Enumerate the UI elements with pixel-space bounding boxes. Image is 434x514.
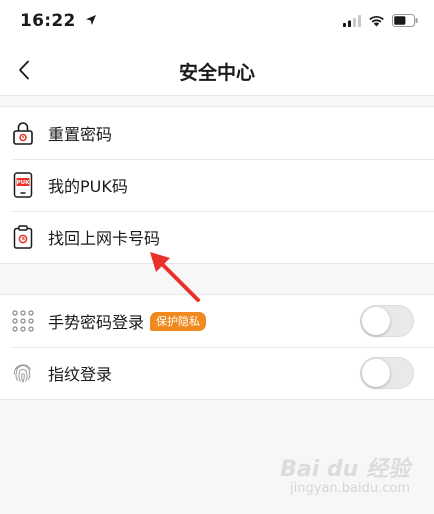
security-items-group: 重置密码 PUK 我的PUK码 找回上网卡号码	[0, 106, 434, 264]
list-item-fingerprint-login: 指纹登录	[0, 347, 434, 399]
status-time: 16:22	[20, 11, 97, 31]
svg-text:PUK: PUK	[17, 180, 30, 186]
toggle-knob	[362, 307, 390, 335]
wifi-icon	[369, 15, 384, 26]
list-item-gesture-login: 手势密码登录 保护隐私	[0, 295, 434, 347]
login-options-group: 手势密码登录 保护隐私 指纹登录	[0, 294, 434, 400]
toggle-knob	[362, 359, 390, 387]
red-arrow-annotation	[150, 252, 200, 302]
list-item-label: 手势密码登录	[48, 313, 145, 332]
page-title: 安全中心	[178, 62, 255, 84]
gesture-login-toggle[interactable]	[360, 305, 414, 337]
watermark: Bai du 经验 jingyan.baidu.com	[280, 456, 410, 496]
location-arrow-icon	[85, 14, 96, 25]
nav-bar: 安全中心	[0, 44, 434, 96]
fingerprint-icon	[12, 360, 34, 386]
list-item-label: 指纹登录	[48, 365, 113, 384]
status-indicators	[343, 14, 418, 27]
list-item-my-puk[interactable]: PUK 我的PUK码	[0, 159, 434, 211]
list-item-recover-card-number[interactable]: 找回上网卡号码	[0, 211, 434, 263]
puk-card-icon: PUK	[12, 172, 34, 198]
status-bar: 16:22	[0, 0, 434, 44]
list-item-reset-password[interactable]: 重置密码	[0, 107, 434, 159]
privacy-badge: 保护隐私	[150, 311, 207, 331]
watermark-sub: jingyan.baidu.com	[290, 480, 410, 496]
list-item-label: 重置密码	[48, 125, 113, 144]
clipboard-clock-icon	[12, 224, 34, 250]
fingerprint-login-toggle[interactable]	[360, 357, 414, 389]
battery-icon	[392, 14, 418, 27]
watermark-main: Bai du 经验	[280, 456, 410, 482]
lock-icon	[12, 120, 34, 146]
gesture-dots-icon	[12, 308, 34, 334]
list-item-label: 我的PUK码	[48, 177, 128, 196]
cellular-signal-icon	[343, 14, 361, 27]
